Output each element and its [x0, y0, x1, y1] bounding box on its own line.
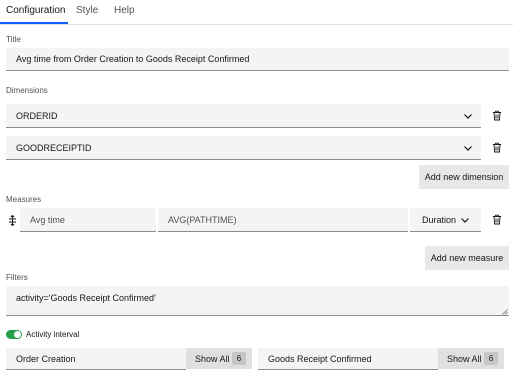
tab-help[interactable]: Help	[114, 5, 135, 16]
resize-handle-icon[interactable]	[502, 309, 508, 315]
show-all-label: Show All	[195, 353, 230, 364]
measure-name-input[interactable]: Avg time	[20, 208, 156, 232]
activity-interval-label: Activity interval	[26, 330, 80, 339]
active-tab-indicator	[0, 22, 68, 24]
interval-to-input[interactable]: Goods Receipt Confirmed	[258, 348, 438, 370]
tab-bar: Configuration Style Help	[0, 0, 513, 25]
show-all-from-button[interactable]: Show All 6	[186, 348, 252, 369]
interval-from-input[interactable]: Order Creation	[6, 348, 186, 370]
drag-handle-icon[interactable]	[8, 215, 17, 226]
count-badge: 6	[232, 352, 246, 365]
dimension-select-orderid[interactable]: ORDERID	[6, 104, 481, 128]
filters-textarea[interactable]: activity='Goods Receipt Confirmed'	[6, 286, 509, 316]
show-all-to-button[interactable]: Show All 6	[438, 348, 504, 369]
trash-icon[interactable]	[492, 110, 502, 121]
measure-format-value: Duration	[422, 214, 457, 225]
tab-style[interactable]: Style	[76, 5, 98, 16]
add-measure-button[interactable]: Add new measure	[425, 246, 509, 270]
measure-format-select[interactable]: Duration	[410, 208, 481, 232]
measure-expression-input[interactable]: AVG(PATHTIME)	[158, 208, 408, 232]
dimension-select-value: GOODRECEIPTID	[16, 142, 92, 153]
add-dimension-button[interactable]: Add new dimension	[419, 165, 509, 189]
title-label: Title	[6, 35, 21, 44]
count-badge: 6	[484, 352, 498, 365]
dimensions-label: Dimensions	[6, 86, 48, 95]
chevron-down-icon	[460, 215, 470, 225]
dimension-select-value: ORDERID	[16, 110, 58, 121]
show-all-label: Show All	[447, 353, 482, 364]
chevron-down-icon	[463, 111, 473, 121]
trash-icon[interactable]	[492, 142, 502, 153]
toggle-knob	[14, 331, 21, 338]
filters-label: Filters	[6, 273, 28, 282]
trash-icon[interactable]	[492, 214, 502, 225]
title-input[interactable]: Avg time from Order Creation to Goods Re…	[6, 48, 509, 71]
measures-label: Measures	[6, 195, 42, 204]
activity-interval-toggle[interactable]	[6, 330, 22, 339]
tab-configuration[interactable]: Configuration	[6, 5, 65, 16]
dimension-select-goodreceiptid[interactable]: GOODRECEIPTID	[6, 136, 481, 160]
chevron-down-icon	[463, 143, 473, 153]
